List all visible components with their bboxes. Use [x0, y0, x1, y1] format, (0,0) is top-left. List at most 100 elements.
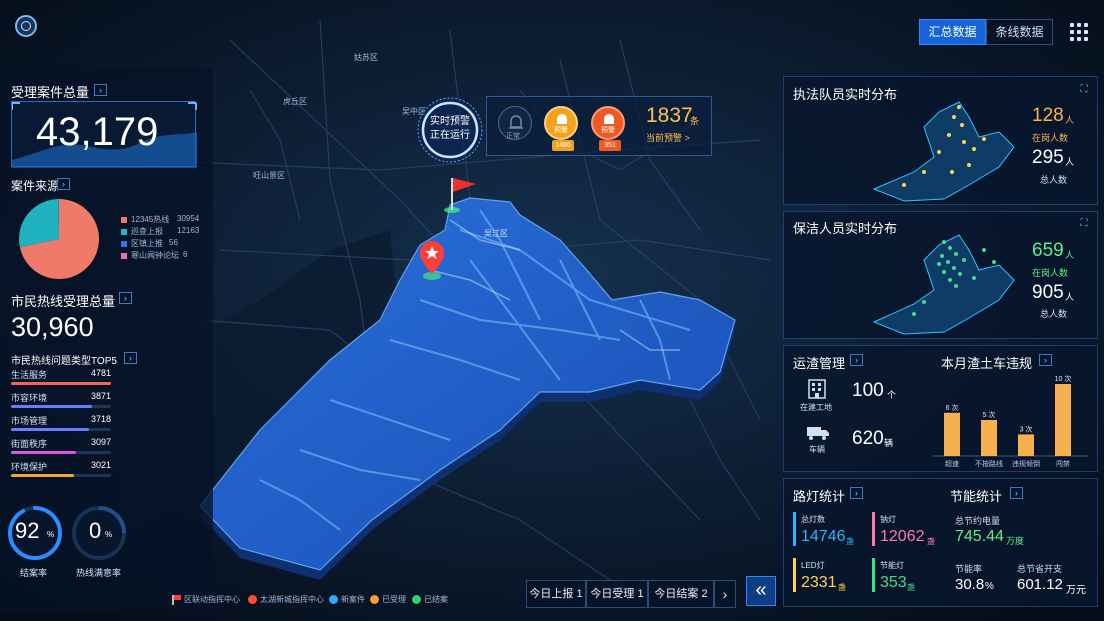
- sodium-lights-value: 12062: [880, 528, 925, 545]
- hotline-total-value: 30,960: [11, 312, 94, 342]
- fullscreen-icon[interactable]: ⛶: [1078, 218, 1090, 230]
- energy-expand-button[interactable]: ›: [1010, 487, 1023, 499]
- hotline-title: 市民热线受理总量: [11, 294, 116, 309]
- building-icon: [808, 379, 826, 399]
- legend-label: 区联动指挥中心: [184, 595, 240, 604]
- today-reported[interactable]: 今日上报 1: [526, 580, 586, 608]
- sites-value: 100: [852, 380, 884, 401]
- officers-total-unit: 人: [1065, 157, 1075, 167]
- warning-total-value: 1837: [646, 104, 693, 127]
- cases-expand-button[interactable]: ›: [94, 84, 107, 96]
- collapse-panel-button[interactable]: «: [746, 576, 776, 606]
- district-label: 姑苏区: [354, 53, 378, 62]
- sodium-lights-unit: 盏: [927, 537, 935, 546]
- closed-marker-icon: [412, 595, 421, 604]
- hotline-expand-button[interactable]: ›: [119, 292, 132, 304]
- sites-label: 在建工地: [800, 403, 832, 412]
- cases-total-value: 43,179: [36, 110, 159, 154]
- energy-cost-unit: 万元: [1066, 585, 1086, 596]
- district-label: 旺山景区: [253, 171, 285, 180]
- source-pie-chart: [18, 199, 100, 279]
- streetlights-expand-button[interactable]: ›: [850, 487, 863, 499]
- district-label: 虎丘区: [283, 97, 307, 106]
- streetlights-title: 路灯统计: [793, 489, 846, 504]
- violation-category-label: 闯禁: [1056, 459, 1070, 468]
- tab-line-data[interactable]: 条线数据: [986, 19, 1053, 45]
- violation-bar-label: 10 次: [1055, 374, 1072, 383]
- current-warning-link[interactable]: 当前预警 >: [646, 131, 690, 144]
- top5-item: 生活服务 4781: [11, 368, 131, 388]
- led-lights-value: 2331: [801, 574, 837, 591]
- satisfaction-label: 热线满意率: [76, 568, 122, 578]
- energy-saved-value: 745.44: [955, 528, 1004, 545]
- star-marker-icon: [248, 595, 257, 604]
- warning-ring-line1: 实时预警: [430, 116, 470, 127]
- cases-title: 受理案件总量: [11, 85, 90, 100]
- top5-bar: [11, 474, 74, 477]
- energy-title: 节能统计: [950, 489, 1003, 504]
- energy-lights-label: 节能灯: [880, 561, 904, 570]
- cleaners-total-value: 905: [1032, 282, 1064, 303]
- led-lights-label: LED灯: [801, 561, 825, 570]
- violation-category-label: 违规倾倒: [1012, 459, 1040, 468]
- truck-icon: [807, 427, 829, 440]
- energy-lights-marker: [872, 558, 875, 592]
- violation-bar: [981, 420, 997, 456]
- warning-alert-red-count: 351: [599, 140, 621, 151]
- grid-menu-icon[interactable]: [1069, 22, 1089, 42]
- top5-item: 环境保护 3021: [11, 460, 131, 480]
- today-closed[interactable]: 今日结案 2: [648, 580, 714, 608]
- vehicles-unit: 辆: [884, 438, 894, 448]
- today-accepted[interactable]: 今日受理 1: [586, 580, 648, 608]
- total-lights-label: 总灯数: [801, 515, 825, 524]
- led-lights-marker: [793, 558, 796, 592]
- transport-expand-button[interactable]: ›: [850, 354, 863, 366]
- top5-bar: [11, 428, 89, 431]
- violation-bar-label: 5 次: [983, 410, 996, 419]
- top5-bar: [11, 451, 76, 454]
- top5-expand-button[interactable]: ›: [124, 352, 137, 364]
- vehicles-value: 620: [852, 428, 884, 449]
- source-title: 案件来源: [11, 179, 60, 193]
- tab-summary-data[interactable]: 汇总数据: [919, 19, 986, 45]
- pie-slice: [18, 199, 59, 248]
- satisfaction-value: 0: [89, 518, 102, 543]
- globe-logo-icon[interactable]: [15, 15, 37, 37]
- violation-bar-label: 6 次: [946, 403, 959, 412]
- cases-total-box: 43,179: [11, 101, 197, 168]
- violations-bar-chart: 6 次超速 5 次不按路线 3 次违规倾倒 10 次闯禁: [933, 374, 1088, 468]
- violations-expand-button[interactable]: ›: [1039, 354, 1052, 366]
- total-lights-marker: [793, 512, 796, 546]
- violation-category-label: 不按路线: [975, 459, 1003, 468]
- officers-active-unit: 人: [1065, 115, 1075, 125]
- source-expand-button[interactable]: ›: [57, 178, 70, 190]
- energy-lights-unit: 盏: [907, 583, 915, 592]
- satisfaction-unit: %: [105, 530, 113, 539]
- flag-marker-icon[interactable]: [440, 172, 480, 218]
- close-rate-value: 92: [15, 518, 40, 543]
- pie-legend-item: 寒山闻钟论坛 6: [121, 250, 241, 261]
- violation-bar: [944, 412, 960, 456]
- accepted-marker-icon: [370, 595, 379, 604]
- top5-list: 生活服务 4781 市容环境 3871 市场管理 3718 街面秩序 3097 …: [11, 368, 121, 488]
- cleaners-total-label: 总人数: [1040, 309, 1068, 319]
- command-center-marker-icon[interactable]: [418, 240, 448, 282]
- top5-item: 市容环境 3871: [11, 391, 131, 411]
- pie-legend-item: 12345热线 30954: [121, 214, 241, 225]
- sites-unit: 个: [887, 390, 897, 400]
- map-legend: 区联动指挥中心 太湖新城指挥中心 新案件 已受理 已结案: [172, 594, 452, 608]
- energy-saved-label: 总节约电量: [955, 516, 1001, 526]
- fullscreen-icon[interactable]: ⛶: [1078, 84, 1090, 96]
- flag-icon: [172, 595, 181, 605]
- total-lights-value: 14746: [801, 528, 846, 545]
- energy-rate-value: 30.8: [955, 576, 985, 593]
- warning-alert-yellow[interactable]: 预警: [544, 106, 578, 140]
- top5-item: 市场管理 3718: [11, 414, 131, 434]
- today-next-arrow[interactable]: ›: [714, 580, 736, 608]
- vehicles-label: 车辆: [809, 445, 825, 454]
- normal-status-label: 正常: [506, 133, 520, 140]
- legend-label: 新案件: [341, 595, 365, 604]
- warning-ring-line2: 正在运行: [430, 130, 470, 141]
- warning-alert-red[interactable]: 预警: [591, 106, 625, 140]
- violation-bar: [1018, 434, 1034, 456]
